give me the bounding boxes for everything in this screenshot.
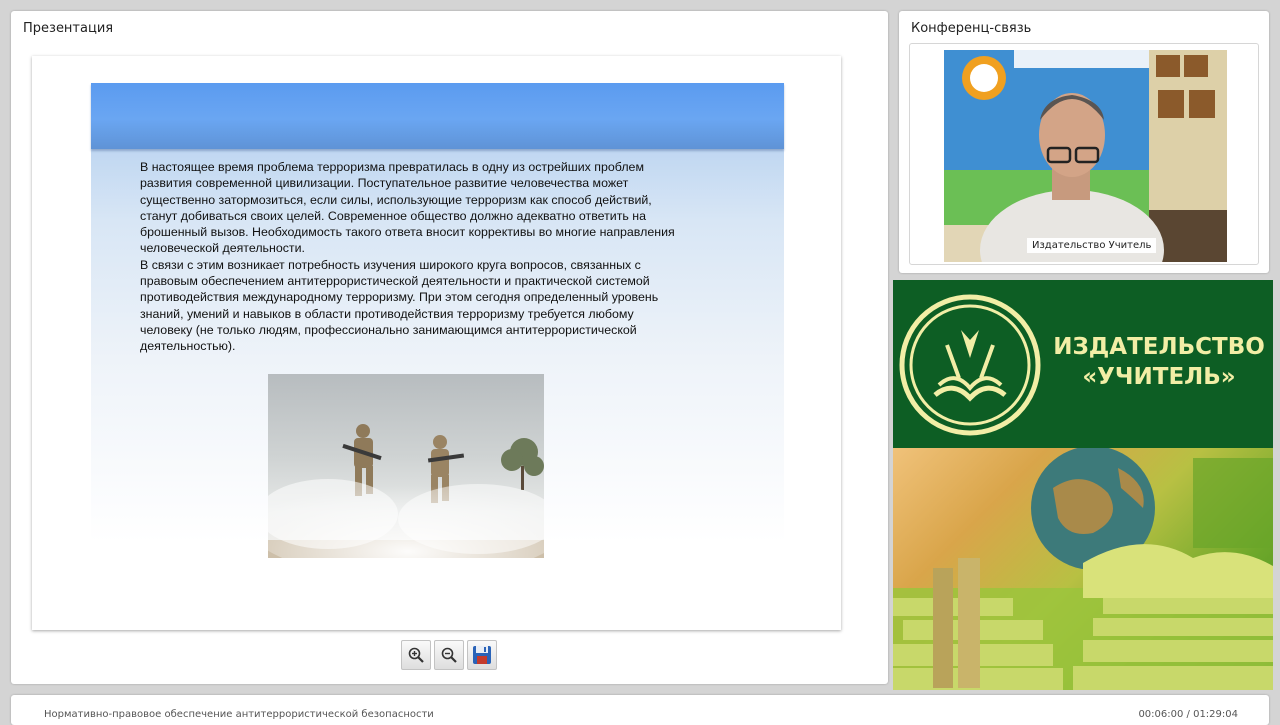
zoom-in-icon — [408, 647, 424, 663]
zoom-in-button[interactable] — [401, 640, 431, 670]
conference-panel: Конференц-связь Издательство Учитель — [899, 11, 1269, 273]
presentation-slide: В настоящее время проблема терроризма пр… — [32, 56, 841, 630]
zoom-out-button[interactable] — [434, 640, 464, 670]
slide-photo-soldiers — [268, 374, 544, 558]
slide-content-area: В настоящее время проблема терроризма пр… — [91, 83, 784, 558]
conference-panel-title: Конференц-связь — [911, 21, 1032, 36]
books-and-globe-image — [893, 446, 1273, 690]
publisher-emblem-icon — [899, 294, 1041, 436]
zoom-out-icon — [441, 647, 457, 663]
publisher-logo-panel: ИЗДАТЕЛЬСТВО «УЧИТЕЛЬ» — [893, 280, 1273, 690]
floppy-disk-icon — [473, 646, 491, 664]
slide-header-bar — [91, 83, 784, 149]
slide-paragraph-1: В настоящее время проблема терроризма пр… — [140, 160, 675, 256]
video-scene — [944, 50, 1227, 262]
save-button[interactable] — [467, 640, 497, 670]
playback-time: 00:06:00 / 01:29:04 — [1138, 709, 1238, 720]
presentation-panel-title: Презентация — [23, 21, 114, 36]
logo-banner: ИЗДАТЕЛЬСТВО «УЧИТЕЛЬ» — [893, 280, 1273, 448]
course-title: Нормативно-правовое обеспечение антитерр… — [44, 709, 434, 720]
soldiers-illustration — [268, 424, 544, 558]
presentation-panel: Презентация В настоящее время проблема т… — [11, 11, 888, 684]
footer-bar: Нормативно-правовое обеспечение антитерр… — [11, 695, 1269, 725]
slide-text: В настоящее время проблема терроризма пр… — [140, 159, 685, 355]
video-caption: Издательство Учитель — [1027, 238, 1157, 253]
slide-paragraph-2: В связи с этим возникает потребность изу… — [140, 257, 659, 354]
books-globe-illustration — [893, 446, 1273, 690]
publisher-name-line-2: «УЧИТЕЛЬ» — [1082, 364, 1236, 390]
publisher-name-line-1: ИЗДАТЕЛЬСТВО — [1053, 334, 1265, 360]
publisher-name: ИЗДАТЕЛЬСТВО «УЧИТЕЛЬ» — [1053, 332, 1265, 392]
video-feed[interactable]: Издательство Учитель — [944, 50, 1227, 262]
